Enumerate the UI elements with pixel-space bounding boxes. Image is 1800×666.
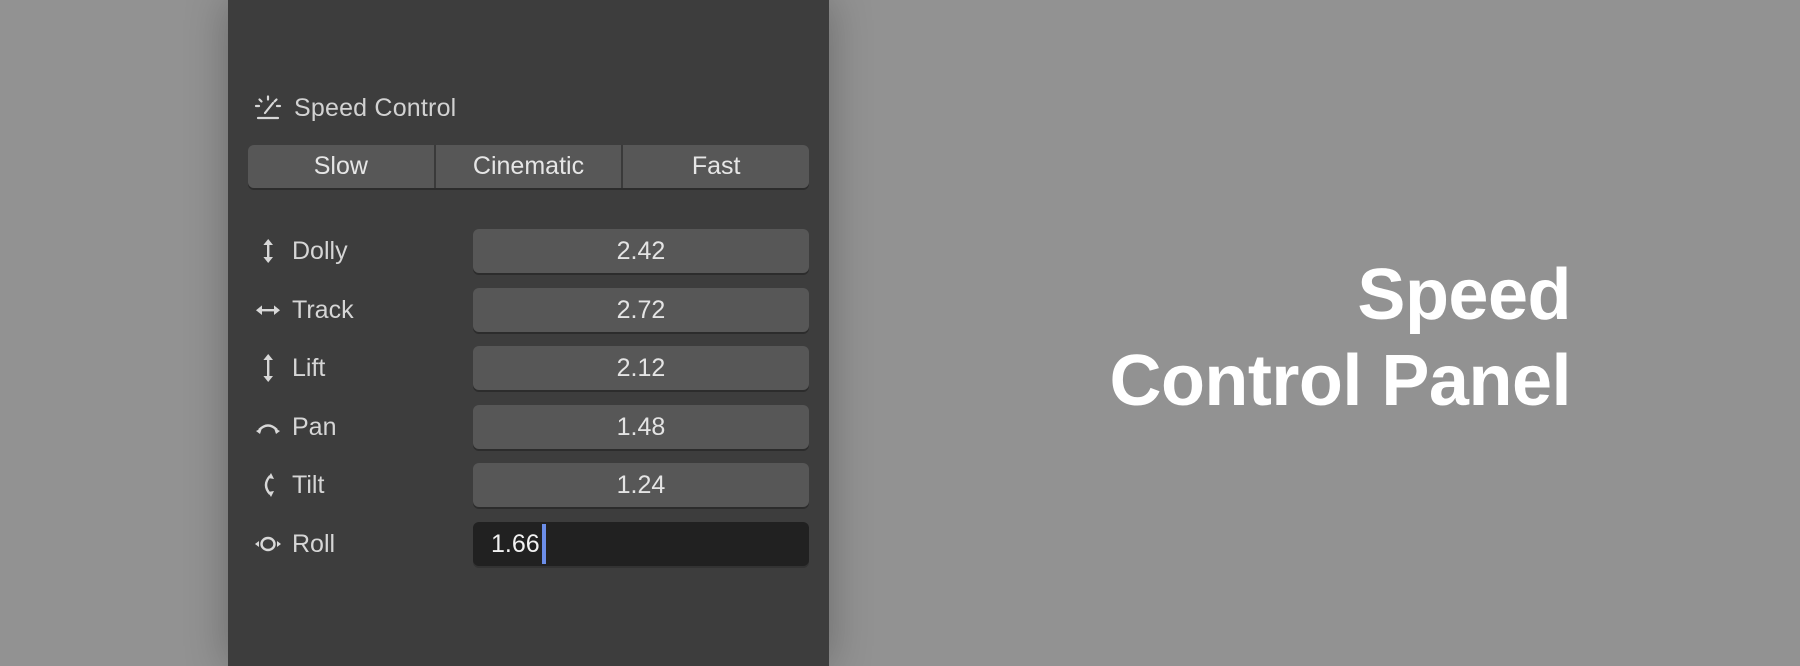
speed-preset-group: Slow Cinematic Fast — [248, 145, 809, 188]
property-row-pan: Pan 1.48 — [248, 405, 809, 449]
lift-speed-field[interactable]: 2.12 — [473, 346, 809, 390]
track-arrows-icon — [248, 288, 288, 332]
property-label-tilt: Tilt — [292, 470, 325, 499]
property-label-roll: Roll — [292, 529, 336, 558]
preset-slow-button[interactable]: Slow — [248, 145, 434, 188]
tilt-speed-field[interactable]: 1.24 — [473, 463, 809, 507]
pan-arc-icon — [248, 405, 288, 449]
canvas: Speed Control Slow Cinematic Fast Dolly … — [0, 0, 1800, 666]
roll-speed-text: 1.66 — [491, 529, 540, 558]
caption-line-1: Speed — [1357, 255, 1571, 335]
property-row-tilt: Tilt 1.24 — [248, 463, 809, 507]
lift-arrows-icon — [248, 346, 288, 390]
dolly-speed-field[interactable]: 2.42 — [473, 229, 809, 273]
panel-header: Speed Control — [252, 90, 456, 126]
preset-fast-button[interactable]: Fast — [621, 145, 809, 188]
track-speed-field[interactable]: 2.72 — [473, 288, 809, 332]
caption-heading: Speed Control Panel — [871, 252, 1571, 424]
roll-orbit-icon — [248, 522, 288, 566]
property-row-lift: Lift 2.12 — [248, 346, 809, 390]
pan-speed-field[interactable]: 1.48 — [473, 405, 809, 449]
caption-line-2: Control Panel — [1109, 341, 1571, 421]
property-label-lift: Lift — [292, 353, 326, 382]
property-row-dolly: Dolly 2.42 — [248, 229, 809, 273]
speed-control-panel: Speed Control Slow Cinematic Fast Dolly … — [228, 0, 829, 666]
tilt-arc-icon — [248, 463, 288, 507]
property-label-track: Track — [292, 295, 354, 324]
property-row-roll: Roll 1.66 — [248, 522, 809, 566]
roll-speed-field[interactable]: 1.66 — [473, 522, 809, 566]
text-caret — [541, 524, 546, 564]
speed-gauge-icon — [252, 92, 284, 124]
panel-title: Speed Control — [294, 93, 457, 122]
dolly-arrows-icon — [248, 229, 288, 273]
property-label-pan: Pan — [292, 412, 337, 441]
preset-cinematic-button[interactable]: Cinematic — [433, 145, 622, 188]
property-row-track: Track 2.72 — [248, 288, 809, 332]
property-label-dolly: Dolly — [292, 236, 348, 265]
